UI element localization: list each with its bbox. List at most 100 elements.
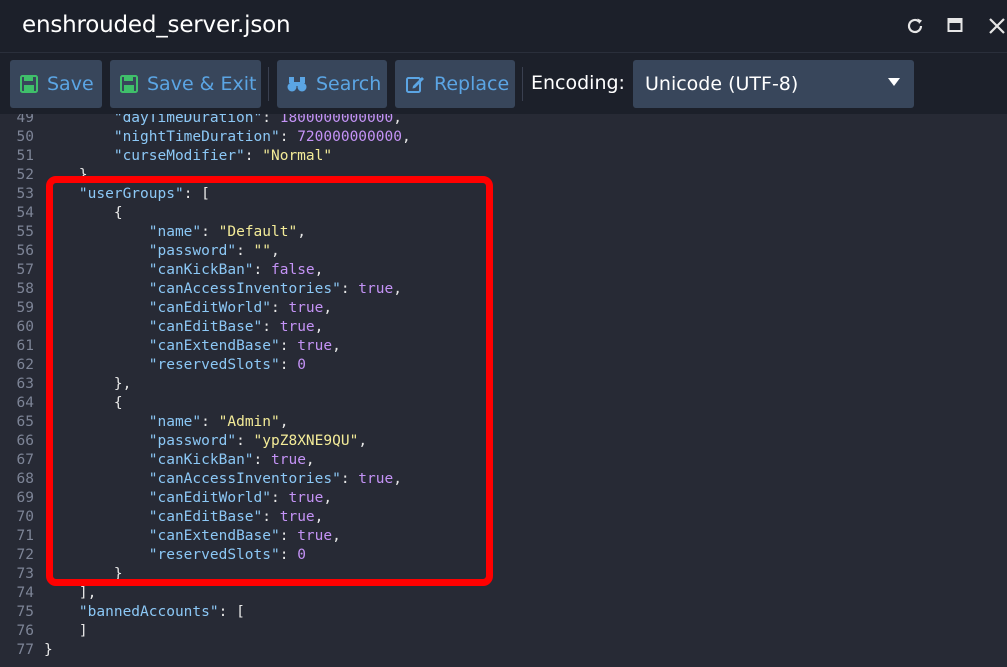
- dropdown-arrow-icon: [888, 78, 900, 86]
- code-token: ,: [314, 319, 324, 335]
- code-token: "bannedAccounts": [78, 604, 219, 620]
- toolbar-divider: [268, 67, 269, 101]
- binoculars-icon: [287, 77, 307, 92]
- code-text: "bannedAccounts": [: [44, 603, 245, 622]
- code-token: "reservedSlots": [148, 547, 280, 563]
- code-text: "reservedSlots": 0: [44, 546, 306, 565]
- code-token: :: [236, 243, 254, 259]
- replace-label: Replace: [434, 73, 510, 95]
- code-token: :: [270, 490, 289, 506]
- code-token: :: [279, 338, 298, 354]
- search-button[interactable]: Search: [277, 60, 387, 108]
- code-token: ,: [305, 452, 315, 468]
- line-number: 64: [16, 395, 34, 411]
- code-token: 0: [297, 547, 306, 563]
- code-token: ,: [393, 471, 402, 487]
- code-token: {: [44, 205, 123, 221]
- encoding-select[interactable]: Unicode (UTF-8): [633, 60, 914, 108]
- code-text: "canEditWorld": true,: [44, 299, 332, 318]
- refresh-icon[interactable]: [905, 16, 925, 39]
- code-token: :: [262, 319, 280, 335]
- code-text: "canEditBase": true,: [44, 318, 324, 337]
- line-number: 69: [16, 490, 34, 506]
- code-token: "canEditBase": [148, 319, 263, 335]
- code-token: ]: [44, 623, 88, 639]
- save-button[interactable]: Save: [10, 60, 102, 108]
- save-exit-label: Save & Exit: [147, 73, 257, 95]
- line-number: 54: [16, 205, 34, 221]
- window-title: enshrouded_server.json: [22, 12, 291, 38]
- code-token: ,: [332, 338, 341, 354]
- save-label: Save: [47, 73, 94, 95]
- line-number: 67: [16, 452, 34, 468]
- code-token: ,: [297, 224, 306, 240]
- code-text: "userGroups": [: [44, 185, 210, 204]
- code-text: "canKickBan": false,: [44, 261, 324, 280]
- encoding-label: Encoding:: [531, 72, 625, 94]
- line-number: 63: [16, 376, 34, 392]
- line-number: 50: [16, 129, 34, 145]
- code-token: },: [44, 376, 132, 392]
- code-text: },: [44, 375, 131, 394]
- code-text: "canKickBan": true,: [44, 451, 315, 470]
- code-token: :: [201, 224, 219, 240]
- line-number: 70: [16, 509, 34, 525]
- line-number: 52: [16, 167, 34, 183]
- toolbar: Save Save & Exit Search Replace Encoding…: [0, 52, 1007, 115]
- floppy-disk-icon: [20, 75, 38, 93]
- line-number: 62: [16, 357, 34, 373]
- code-token: "canExtendBase": [148, 528, 280, 544]
- maximize-icon[interactable]: [947, 16, 963, 36]
- code-token: :: [279, 528, 298, 544]
- code-token: true: [288, 300, 324, 316]
- code-token: true: [279, 509, 315, 525]
- code-text: {: [44, 394, 123, 413]
- line-number: 65: [16, 414, 34, 430]
- line-number: 75: [16, 604, 34, 620]
- code-token: :: [262, 509, 280, 525]
- code-text: "name": "Default",: [44, 223, 306, 242]
- replace-button[interactable]: Replace: [395, 60, 515, 108]
- code-token: true: [358, 281, 394, 297]
- code-text: "reservedSlots": 0: [44, 356, 306, 375]
- code-token: "userGroups": [78, 186, 184, 202]
- code-text: "canExtendBase": true,: [44, 527, 341, 546]
- code-token: "canEditWorld": [148, 490, 271, 506]
- close-icon[interactable]: [987, 16, 1007, 39]
- line-number: 61: [16, 338, 34, 354]
- code-token: "Admin": [218, 414, 280, 430]
- code-token: :: [270, 300, 289, 316]
- code-token: :: [201, 414, 219, 430]
- code-token: :: [279, 547, 298, 563]
- code-token: "ypZ8XNE9QU": [253, 433, 359, 449]
- code-token: }: [44, 566, 123, 582]
- code-token: ,: [401, 129, 411, 145]
- save-exit-button[interactable]: Save & Exit: [110, 60, 261, 108]
- code-token: "canKickBan": [148, 452, 254, 468]
- code-token: ,: [314, 509, 324, 525]
- code-text: }: [44, 641, 53, 660]
- code-token: :: [244, 148, 263, 164]
- code-token: ,: [332, 528, 341, 544]
- code-text: "canAccessInventories": true,: [44, 280, 402, 299]
- code-token: true: [297, 528, 333, 544]
- line-number: 56: [16, 243, 34, 259]
- code-token: ,: [393, 281, 402, 297]
- code-token: ],: [44, 585, 97, 601]
- line-number: 55: [16, 224, 34, 240]
- code-editor[interactable]: 49 "dayTimeDuration": 1800000000000, 50 "…: [0, 114, 1007, 667]
- line-number: 58: [16, 281, 34, 297]
- code-token: 0: [297, 357, 306, 373]
- code-token: :: [253, 452, 271, 468]
- line-number: 66: [16, 433, 34, 449]
- line-number: 68: [16, 471, 34, 487]
- code-token: : [: [218, 604, 245, 620]
- code-token: "nightTimeDuration": [113, 129, 280, 145]
- line-number: 51: [16, 148, 34, 164]
- floppy-disk-icon: [120, 75, 138, 93]
